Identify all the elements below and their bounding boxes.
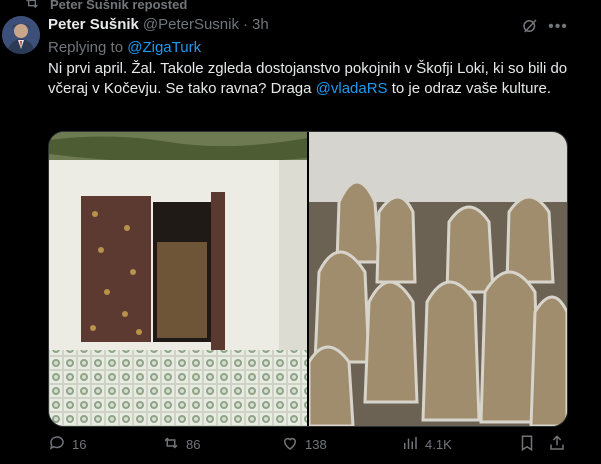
replying-prefix: Replying to: [48, 39, 124, 56]
avatar[interactable]: [2, 16, 40, 54]
repost-label: Peter Sušnik reposted: [50, 0, 188, 12]
like-icon: [281, 434, 299, 455]
share-icon: [548, 434, 566, 455]
repost-context[interactable]: Peter Sušnik reposted: [24, 0, 187, 14]
separator: ·: [242, 16, 248, 33]
repost-icon: [24, 0, 40, 14]
like-button[interactable]: 138: [281, 434, 327, 455]
mention-link[interactable]: @vladaRS: [316, 80, 388, 97]
bookmark-icon: [518, 434, 536, 455]
tweet-header: Peter Sušnik @PeterSusnik · 3h: [48, 16, 269, 33]
reply-icon: [48, 434, 66, 455]
photo-building-door[interactable]: [49, 132, 307, 426]
photo-bags[interactable]: [309, 132, 567, 426]
reply-button[interactable]: 16: [48, 434, 86, 455]
author-handle[interactable]: @PeterSusnik: [143, 16, 239, 33]
tweet-actions: 16 86 138 4.1K: [48, 434, 568, 456]
author-name[interactable]: Peter Sušnik: [48, 16, 139, 33]
reply-mention-link[interactable]: @ZigaTurk: [127, 39, 201, 56]
views-count: 4.1K: [425, 437, 452, 452]
retweet-count: 86: [186, 437, 201, 452]
replying-to: Replying to @ZigaTurk: [48, 39, 201, 56]
bookmark-button[interactable]: [518, 434, 536, 455]
like-count: 138: [305, 437, 327, 452]
retweet-icon: [162, 434, 180, 455]
share-button[interactable]: [548, 434, 566, 455]
tweet-text-part2: to je odraz vaše kulture.: [387, 80, 551, 97]
more-icon[interactable]: •••: [548, 17, 568, 37]
tweet-text: Ni prvi april. Žal. Takole zgleda dostoj…: [48, 59, 568, 99]
timestamp[interactable]: 3h: [252, 16, 269, 33]
media-grid: [48, 131, 568, 427]
views-button[interactable]: 4.1K: [401, 434, 452, 455]
views-icon: [401, 434, 419, 455]
grok-icon[interactable]: [521, 17, 539, 35]
retweet-button[interactable]: 86: [162, 434, 200, 455]
reply-count: 16: [72, 437, 87, 452]
